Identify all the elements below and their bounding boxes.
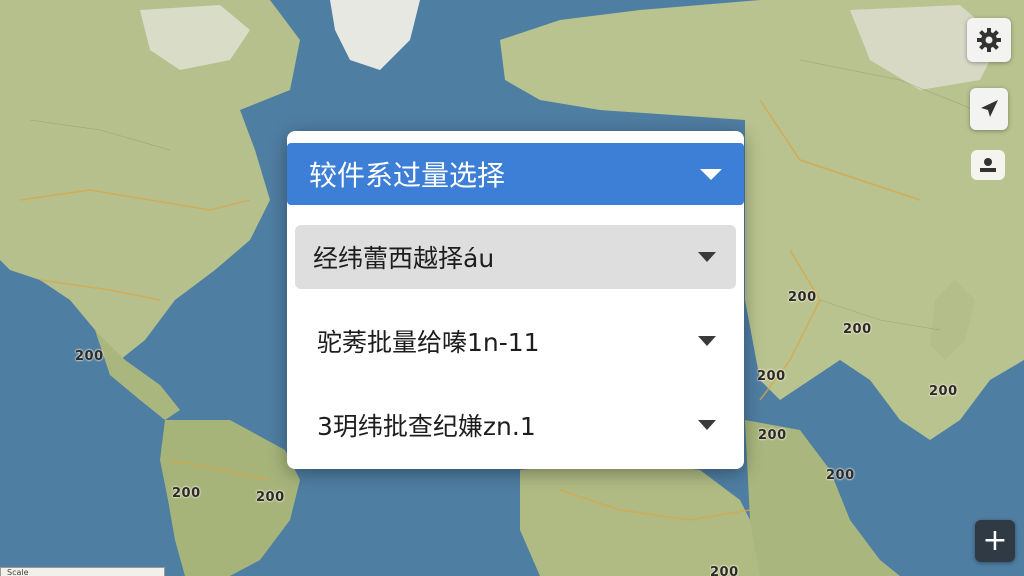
scale-label: Scale (7, 568, 29, 576)
map-label: 200 (172, 486, 201, 501)
map-label: 200 (75, 349, 104, 364)
navigation-arrow-icon (981, 100, 998, 117)
chevron-down-icon (698, 336, 716, 346)
person-icon (980, 158, 996, 172)
dropdown-option-2[interactable]: 驼莠批量给嗪1n-11 (295, 309, 736, 373)
map-label: 200 (843, 322, 872, 337)
panel-header-dropdown[interactable]: 较件系过量选择 (287, 143, 744, 205)
map-label: 200 (256, 490, 285, 505)
scale-bar: Scale (0, 567, 165, 576)
chevron-down-icon (698, 420, 716, 430)
chevron-down-icon (700, 168, 722, 180)
dropdown-option-1[interactable]: 经纬蕾西越择áu (295, 225, 736, 289)
option-label: 驼莠批量给嗪1n-11 (317, 328, 540, 357)
chevron-down-icon (698, 252, 716, 262)
map-label: 200 (758, 428, 787, 443)
dropdown-option-3[interactable]: 3玥纬批查纪嫌zn.1 (295, 393, 736, 457)
person-button[interactable] (971, 150, 1005, 180)
gear-icon (977, 28, 1001, 52)
zoom-in-button[interactable]: + (975, 520, 1015, 562)
navigate-button[interactable] (970, 88, 1008, 130)
map-label: 200 (929, 384, 958, 399)
map-label: 200 (710, 565, 739, 576)
map-label: 200 (826, 468, 855, 483)
option-label: 经纬蕾西越择áu (313, 244, 495, 273)
map-label: 200 (788, 290, 817, 305)
map-label: 200 (757, 369, 786, 384)
settings-button[interactable] (967, 18, 1011, 62)
option-label: 3玥纬批查纪嫌zn.1 (317, 412, 536, 441)
selection-panel: 较件系过量选择 经纬蕾西越择áu 驼莠批量给嗪1n-11 3玥纬批查纪嫌zn.1 (287, 131, 744, 469)
panel-title: 较件系过量选择 (309, 159, 506, 192)
